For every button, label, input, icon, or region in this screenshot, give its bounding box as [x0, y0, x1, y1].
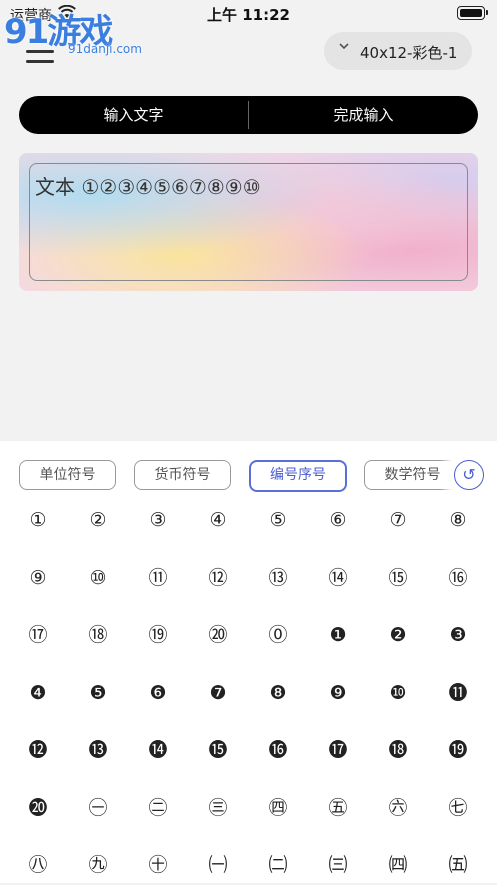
symbol-key[interactable]: ㈠: [198, 845, 238, 885]
menu-icon[interactable]: [26, 40, 54, 66]
symbol-key[interactable]: ❼: [198, 673, 238, 713]
label-size-value: 40x12-彩色-1: [360, 44, 458, 62]
input-text-button[interactable]: 输入文字: [19, 96, 248, 134]
symbol-key[interactable]: ⓴: [18, 788, 58, 828]
symbol-key[interactable]: ㊃: [258, 788, 298, 828]
symbol-key[interactable]: ❾: [318, 673, 358, 713]
symbol-key[interactable]: ❸: [438, 615, 478, 655]
symbol-key[interactable]: ㈢: [318, 845, 358, 885]
symbol-key[interactable]: ⓫: [438, 673, 478, 713]
symbol-key[interactable]: ❶: [318, 615, 358, 655]
symbol-key[interactable]: ⓯: [198, 730, 238, 770]
symbol-key[interactable]: ⑭: [318, 558, 358, 598]
symbol-key[interactable]: ㊇: [18, 845, 58, 885]
symbol-key[interactable]: ⑲: [138, 615, 178, 655]
symbol-key[interactable]: ㊉: [138, 845, 178, 885]
symbol-key[interactable]: ⓪: [258, 615, 298, 655]
symbol-key[interactable]: ㊀: [78, 788, 118, 828]
battery-icon: [457, 6, 488, 20]
symbol-key[interactable]: ⓳: [438, 730, 478, 770]
symbol-key[interactable]: ❻: [138, 673, 178, 713]
symbol-key[interactable]: ⑮: [378, 558, 418, 598]
category-tab-units[interactable]: 单位符号: [19, 460, 116, 490]
symbol-key[interactable]: ⓰: [258, 730, 298, 770]
symbol-key[interactable]: ⓮: [138, 730, 178, 770]
symbol-key[interactable]: ❷: [378, 615, 418, 655]
symbol-key[interactable]: ⑪: [138, 558, 178, 598]
category-tab-currency[interactable]: 货币符号: [134, 460, 231, 490]
preview-text: 文本 ①②③④⑤⑥⑦⑧⑨⑩: [35, 175, 261, 199]
symbol-key[interactable]: ❿: [378, 673, 418, 713]
symbol-key[interactable]: ⓱: [318, 730, 358, 770]
symbol-key[interactable]: ④: [198, 500, 238, 540]
chevron-down-icon: [338, 40, 350, 56]
label-preview: 文本 ①②③④⑤⑥⑦⑧⑨⑩: [19, 153, 478, 291]
category-tab-numbering[interactable]: 编号序号: [249, 460, 347, 492]
symbol-key[interactable]: ⓲: [378, 730, 418, 770]
symbol-key[interactable]: ⑫: [198, 558, 238, 598]
symbol-key[interactable]: ⑨: [18, 558, 58, 598]
symbol-key[interactable]: ㊁: [138, 788, 178, 828]
symbol-key[interactable]: ⑧: [438, 500, 478, 540]
symbol-key[interactable]: ②: [78, 500, 118, 540]
symbol-key[interactable]: ⓭: [78, 730, 118, 770]
symbol-key[interactable]: ㊂: [198, 788, 238, 828]
symbol-key[interactable]: ⑯: [438, 558, 478, 598]
symbol-key[interactable]: ㊄: [318, 788, 358, 828]
input-action-bar: 输入文字 完成输入: [19, 96, 478, 134]
symbol-key[interactable]: ㈤: [438, 845, 478, 885]
symbol-key[interactable]: ③: [138, 500, 178, 540]
symbol-key[interactable]: ⑦: [378, 500, 418, 540]
done-input-button[interactable]: 完成输入: [249, 96, 478, 134]
symbol-key[interactable]: ⑥: [318, 500, 358, 540]
symbol-key[interactable]: ㈣: [378, 845, 418, 885]
symbol-key[interactable]: ❽: [258, 673, 298, 713]
symbol-key[interactable]: ⑰: [18, 615, 58, 655]
watermark-logo: 91游戏 91danji.com: [4, 6, 144, 56]
symbol-key[interactable]: ⓬: [18, 730, 58, 770]
symbol-key[interactable]: ㊅: [378, 788, 418, 828]
label-size-selector[interactable]: 40x12-彩色-1: [324, 32, 472, 70]
symbol-key[interactable]: ㈡: [258, 845, 298, 885]
symbol-key[interactable]: ⑩: [78, 558, 118, 598]
symbol-key[interactable]: ㊈: [78, 845, 118, 885]
watermark-site: 91danji.com: [68, 42, 142, 56]
symbol-key[interactable]: ⑳: [198, 615, 238, 655]
symbol-key[interactable]: ❹: [18, 673, 58, 713]
symbol-key[interactable]: ❺: [78, 673, 118, 713]
symbol-key[interactable]: ㊆: [438, 788, 478, 828]
symbol-key[interactable]: ①: [18, 500, 58, 540]
symbol-key[interactable]: ⑱: [78, 615, 118, 655]
symbol-key[interactable]: ⑤: [258, 500, 298, 540]
undo-icon[interactable]: ↺: [454, 460, 484, 490]
symbol-keyboard: 单位符号 货币符号 编号序号 数学符号 ↺ ①②③④⑤⑥⑦⑧⑨⑩⑪⑫⑬⑭⑮⑯⑰⑱…: [0, 441, 497, 883]
symbol-key[interactable]: ⑬: [258, 558, 298, 598]
